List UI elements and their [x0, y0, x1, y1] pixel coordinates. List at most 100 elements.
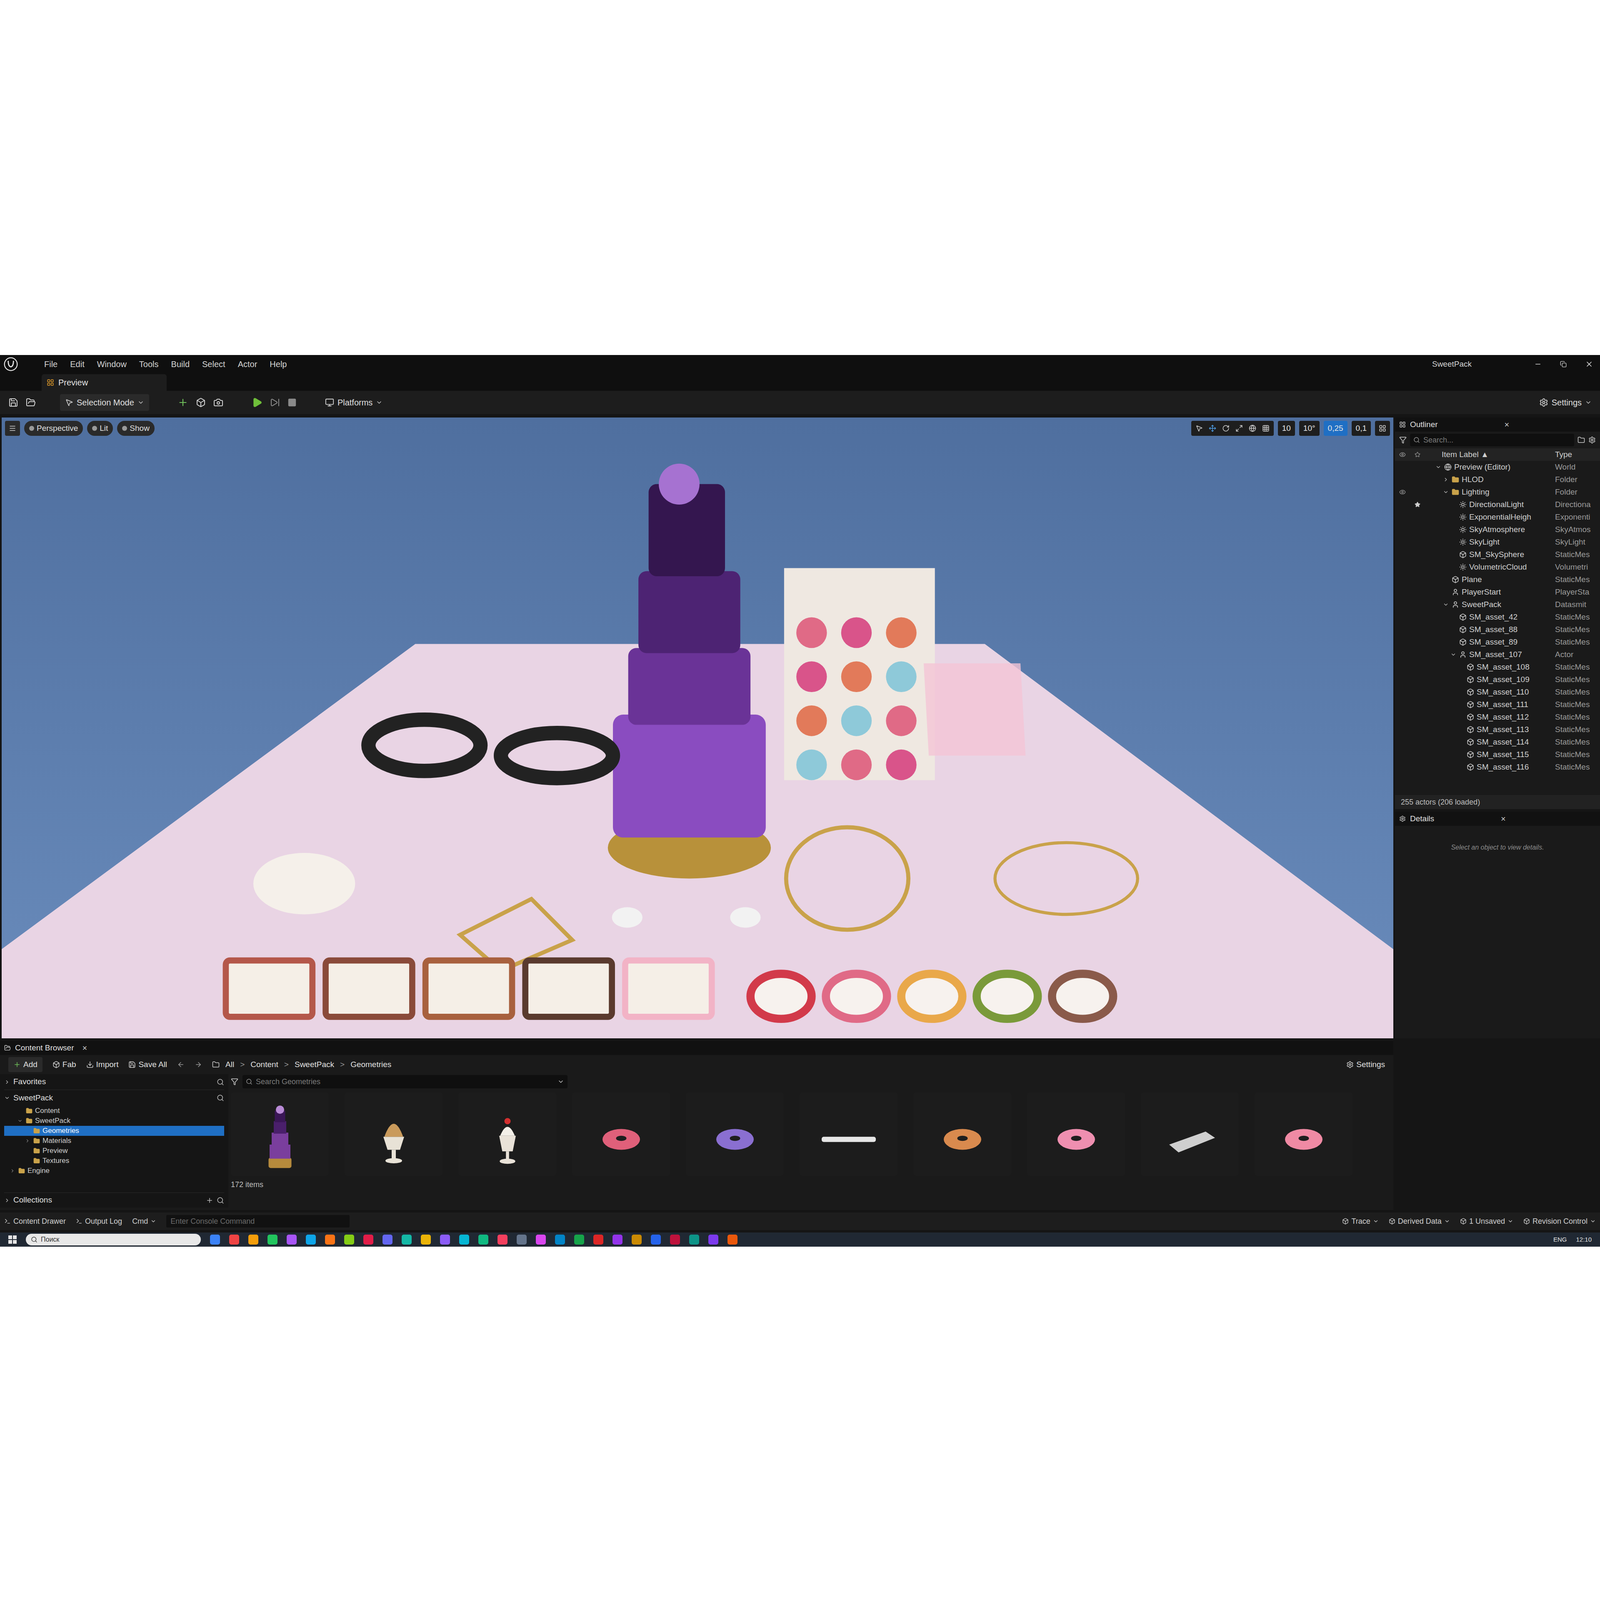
console-input[interactable]: Enter Console Command	[166, 1215, 350, 1228]
breadcrumb[interactable]: Content	[250, 1058, 279, 1071]
taskbar-app-icon[interactable]	[478, 1234, 489, 1245]
taskbar-app-icon[interactable]	[267, 1234, 278, 1245]
world-space-icon[interactable]	[1248, 424, 1257, 433]
status-button[interactable]: 1 Unsaved	[1460, 1215, 1514, 1228]
taskbar-search[interactable]: Поиск	[25, 1233, 201, 1246]
taskbar-app-icon[interactable]	[248, 1234, 259, 1245]
language[interactable]: ENG	[1553, 1235, 1568, 1245]
star-icon[interactable]	[1414, 501, 1421, 508]
tree-item[interactable]: Materials	[4, 1135, 225, 1146]
asset-thumbnail[interactable]	[572, 1092, 670, 1176]
content-settings[interactable]: Settings	[1346, 1058, 1385, 1071]
taskbar-app-icon[interactable]	[229, 1234, 240, 1245]
content-button[interactable]: Add	[8, 1057, 43, 1073]
taskbar-app-icon[interactable]	[708, 1234, 719, 1245]
viewport[interactable]: PerspectiveLitShow1010°0,250,1	[1, 417, 1394, 1039]
status-button[interactable]: Trace	[1342, 1215, 1379, 1228]
outliner-row[interactable]: SM_asset_42StaticMes	[1395, 610, 1600, 624]
taskbar-app-icon[interactable]	[401, 1234, 412, 1245]
close-icon[interactable]	[1585, 360, 1594, 369]
taskbar-app-icon[interactable]	[612, 1234, 623, 1245]
visibility-cell[interactable]	[1395, 488, 1410, 496]
eye-icon[interactable]	[1399, 488, 1406, 496]
menu-item[interactable]: Select	[202, 357, 226, 371]
scale-icon[interactable]	[1235, 424, 1243, 433]
tree-item[interactable]: Textures	[4, 1155, 225, 1166]
outliner-row[interactable]: VolumetricCloudVolumetri	[1395, 560, 1600, 574]
rotate-icon[interactable]	[1222, 424, 1230, 433]
tree-item[interactable]: Preview	[4, 1145, 225, 1156]
taskbar-app-icon[interactable]	[420, 1234, 431, 1245]
taskbar-app-icon[interactable]	[363, 1234, 374, 1245]
restore-icon[interactable]	[1560, 360, 1567, 368]
outliner-row[interactable]: SM_asset_109StaticMes	[1395, 673, 1600, 686]
root-row[interactable]: SweetPack	[4, 1090, 225, 1106]
outliner-row[interactable]: SM_asset_88StaticMes	[1395, 623, 1600, 636]
menu-item[interactable]: Build	[171, 357, 190, 371]
tree-item[interactable]: Engine	[4, 1165, 225, 1176]
content-button[interactable]: Fab	[52, 1058, 77, 1071]
taskbar-app-icon[interactable]	[689, 1234, 700, 1245]
asset-thumbnail[interactable]	[458, 1092, 557, 1176]
outliner-row[interactable]: ExponentialHeighExponenti	[1395, 510, 1600, 524]
browse-icon[interactable]	[25, 397, 36, 408]
taskbar-app-icon[interactable]	[344, 1234, 355, 1245]
status-button[interactable]: Output Log	[75, 1215, 123, 1228]
close-tab[interactable]: ×	[1504, 418, 1510, 431]
tree-item[interactable]: Content	[4, 1105, 225, 1116]
asset-thumbnail[interactable]	[913, 1092, 1012, 1176]
status-button[interactable]: Derived Data	[1388, 1215, 1450, 1228]
outliner-row[interactable]: DirectionalLightDirectiona	[1395, 498, 1600, 511]
outliner-row[interactable]: SkyAtmosphereSkyAtmos	[1395, 523, 1600, 536]
outliner-row[interactable]: SM_asset_112StaticMes	[1395, 710, 1600, 724]
taskbar-app-icon[interactable]	[670, 1234, 680, 1245]
taskbar-app-icon[interactable]	[210, 1234, 220, 1245]
close-tab[interactable]: ×	[1500, 812, 1506, 825]
asset-thumbnail[interactable]	[1027, 1092, 1125, 1176]
taskbar-app-icon[interactable]	[631, 1234, 642, 1245]
menu-item[interactable]: Actor	[237, 357, 258, 371]
grid-icon[interactable]	[1262, 424, 1270, 433]
blueprint-icon[interactable]	[195, 397, 206, 408]
taskbar-app-icon[interactable]	[516, 1234, 527, 1245]
outliner-row[interactable]: SkyLightSkyLight	[1395, 535, 1600, 549]
breadcrumb[interactable]: Geometries	[350, 1058, 392, 1071]
taskbar-app-icon[interactable]	[325, 1234, 335, 1245]
content-button[interactable]: Import	[86, 1058, 119, 1071]
step-icon[interactable]	[270, 397, 280, 408]
breadcrumb[interactable]: SweetPack	[294, 1058, 335, 1071]
asset-thumbnail[interactable]	[230, 1092, 329, 1176]
select-icon[interactable]	[1195, 424, 1203, 433]
menu-item[interactable]: Tools	[139, 357, 159, 371]
platforms-button[interactable]: Platforms	[325, 396, 383, 409]
menu-item[interactable]: Edit	[70, 357, 85, 371]
asset-thumbnail[interactable]	[344, 1092, 443, 1176]
status-button[interactable]: Revision Control	[1523, 1215, 1596, 1228]
layout-button[interactable]	[1375, 420, 1390, 436]
snap-button[interactable]: 0,1	[1351, 420, 1371, 436]
taskbar-app-icon[interactable]	[497, 1234, 508, 1245]
taskbar-app-icon[interactable]	[286, 1234, 297, 1245]
tree-item[interactable]: Geometries	[4, 1125, 225, 1136]
outliner-row[interactable]: HLODFolder	[1395, 473, 1600, 486]
expanded-icon[interactable]	[1435, 464, 1442, 470]
outliner-row[interactable]: LightingFolder	[1395, 485, 1600, 499]
mode-button[interactable]: Selection Mode	[60, 394, 150, 411]
taskbar-app-icon[interactable]	[593, 1234, 604, 1245]
snap-button[interactable]: 10°	[1299, 420, 1320, 436]
asset-thumbnail[interactable]	[1254, 1092, 1353, 1176]
search-icon[interactable]	[216, 1094, 225, 1102]
content-button[interactable]: Save All	[128, 1058, 168, 1071]
outliner-row[interactable]: SM_asset_107Actor	[1395, 648, 1600, 661]
add-actor-icon[interactable]	[177, 397, 189, 408]
outliner-search[interactable]: Search...	[1410, 433, 1575, 447]
outliner-row[interactable]: SweetPackDatasmit	[1395, 598, 1600, 611]
viewport-button[interactable]: Perspective	[24, 420, 83, 436]
close-tab[interactable]: ×	[82, 1041, 88, 1055]
filter-icon[interactable]	[230, 1077, 239, 1086]
expanded-icon[interactable]	[1450, 651, 1457, 658]
settings-button[interactable]: Settings	[1539, 396, 1592, 409]
forward-icon[interactable]	[194, 1060, 203, 1069]
column-header[interactable]: Type	[1553, 448, 1600, 461]
clock[interactable]: 12:10	[1575, 1235, 1592, 1245]
